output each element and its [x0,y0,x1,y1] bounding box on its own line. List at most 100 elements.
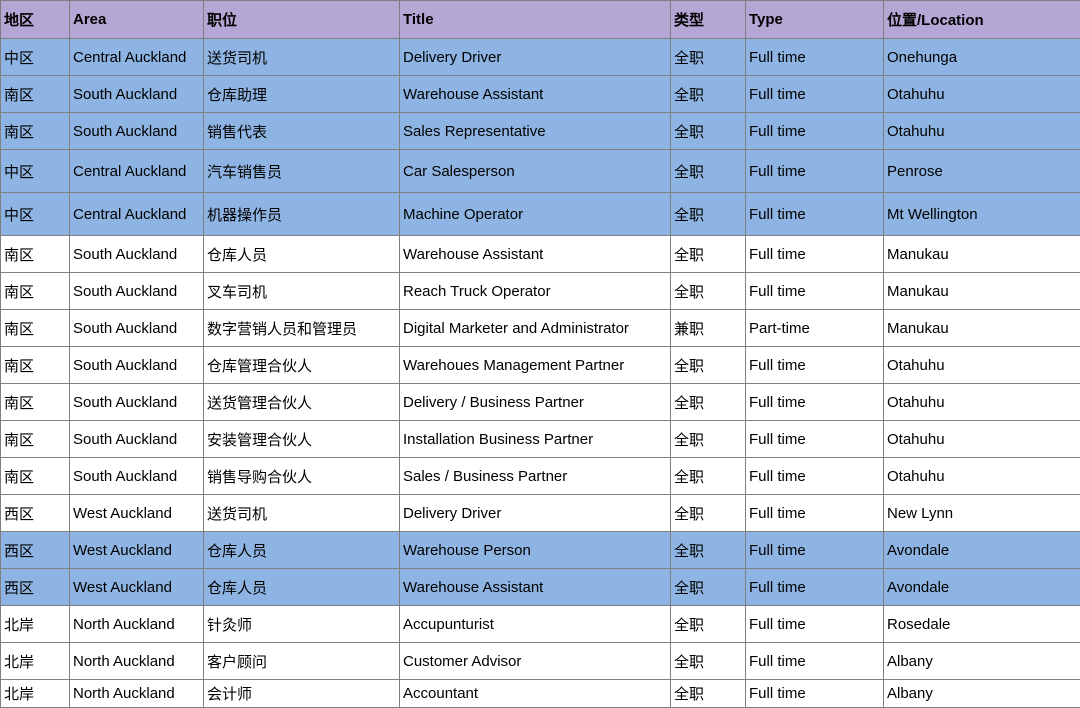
table-row: 南区South Auckland叉车司机Reach Truck Operator… [1,273,1080,310]
cell-location: Manukau [884,236,1080,273]
cell-position-cn: 仓库管理合伙人 [204,347,400,384]
cell-type: Full time [746,150,884,193]
cell-region-cn: 中区 [1,193,70,236]
cell-position-cn: 汽车销售员 [204,150,400,193]
header-location: 位置/Location [884,1,1080,39]
cell-location: Penrose [884,150,1080,193]
cell-type-cn: 全职 [671,273,746,310]
cell-type: Full time [746,193,884,236]
header-area: Area [70,1,204,39]
cell-type: Full time [746,76,884,113]
cell-title: Sales / Business Partner [400,458,671,495]
cell-type-cn: 全职 [671,236,746,273]
cell-region-cn: 南区 [1,421,70,458]
cell-position-cn: 会计师 [204,680,400,708]
cell-position-cn: 仓库人员 [204,532,400,569]
cell-area: Central Auckland [70,150,204,193]
cell-type-cn: 全职 [671,532,746,569]
cell-title: Warehouse Person [400,532,671,569]
table-row: 北岸North Auckland会计师Accountant全职Full time… [1,680,1080,708]
cell-title: Warehoues Management Partner [400,347,671,384]
cell-position-cn: 数字营销人员和管理员 [204,310,400,347]
cell-position-cn: 销售导购合伙人 [204,458,400,495]
cell-area: South Auckland [70,458,204,495]
cell-type-cn: 全职 [671,150,746,193]
cell-position-cn: 客户顾问 [204,643,400,680]
table-row: 南区South Auckland安装管理合伙人Installation Busi… [1,421,1080,458]
cell-region-cn: 中区 [1,150,70,193]
cell-location: Otahuhu [884,113,1080,150]
cell-area: South Auckland [70,76,204,113]
cell-type: Part-time [746,310,884,347]
cell-position-cn: 叉车司机 [204,273,400,310]
cell-location: Otahuhu [884,347,1080,384]
cell-type: Full time [746,384,884,421]
cell-type-cn: 全职 [671,113,746,150]
cell-location: New Lynn [884,495,1080,532]
cell-area: South Auckland [70,113,204,150]
cell-location: Avondale [884,532,1080,569]
cell-region-cn: 北岸 [1,680,70,708]
cell-type: Full time [746,421,884,458]
cell-area: North Auckland [70,643,204,680]
cell-type: Full time [746,236,884,273]
table-row: 北岸North Auckland针灸师Accupunturist全职Full t… [1,606,1080,643]
cell-region-cn: 北岸 [1,606,70,643]
table-row: 南区South Auckland销售导购合伙人Sales / Business … [1,458,1080,495]
cell-area: South Auckland [70,347,204,384]
cell-type-cn: 全职 [671,569,746,606]
cell-type: Full time [746,495,884,532]
cell-region-cn: 南区 [1,113,70,150]
cell-title: Warehouse Assistant [400,76,671,113]
table-row: 南区South Auckland仓库人员Warehouse Assistant全… [1,236,1080,273]
table-row: 南区South Auckland仓库助理Warehouse Assistant全… [1,76,1080,113]
cell-location: Rosedale [884,606,1080,643]
cell-type: Full time [746,458,884,495]
cell-type: Full time [746,569,884,606]
cell-area: Central Auckland [70,39,204,76]
cell-type: Full time [746,347,884,384]
cell-region-cn: 南区 [1,76,70,113]
cell-title: Installation Business Partner [400,421,671,458]
cell-type: Full time [746,643,884,680]
cell-type-cn: 全职 [671,384,746,421]
cell-type: Full time [746,113,884,150]
table-row: 西区West Auckland仓库人员Warehouse Assistant全职… [1,569,1080,606]
cell-type-cn: 兼职 [671,310,746,347]
cell-type-cn: 全职 [671,76,746,113]
table-row: 南区South Auckland销售代表Sales Representative… [1,113,1080,150]
cell-title: Digital Marketer and Administrator [400,310,671,347]
table-row: 南区South Auckland数字营销人员和管理员Digital Market… [1,310,1080,347]
cell-position-cn: 仓库助理 [204,76,400,113]
cell-position-cn: 送货管理合伙人 [204,384,400,421]
cell-position-cn: 送货司机 [204,39,400,76]
cell-area: South Auckland [70,273,204,310]
cell-location: Albany [884,680,1080,708]
table-row: 北岸North Auckland客户顾问Customer Advisor全职Fu… [1,643,1080,680]
jobs-table: 地区 Area 职位 Title 类型 Type 位置/Location 中区C… [0,0,1080,708]
cell-title: Warehouse Assistant [400,236,671,273]
cell-area: Central Auckland [70,193,204,236]
table-row: 西区West Auckland送货司机Delivery Driver全职Full… [1,495,1080,532]
cell-type: Full time [746,606,884,643]
cell-area: South Auckland [70,384,204,421]
cell-location: Manukau [884,310,1080,347]
cell-title: Delivery / Business Partner [400,384,671,421]
cell-type: Full time [746,273,884,310]
cell-area: West Auckland [70,532,204,569]
cell-region-cn: 西区 [1,569,70,606]
cell-position-cn: 仓库人员 [204,569,400,606]
table-row: 西区West Auckland仓库人员Warehouse Person全职Ful… [1,532,1080,569]
cell-area: South Auckland [70,310,204,347]
cell-type: Full time [746,532,884,569]
cell-title: Car Salesperson [400,150,671,193]
cell-region-cn: 南区 [1,236,70,273]
cell-area: West Auckland [70,569,204,606]
header-type: Type [746,1,884,39]
cell-region-cn: 南区 [1,310,70,347]
cell-title: Warehouse Assistant [400,569,671,606]
cell-type-cn: 全职 [671,643,746,680]
table-row: 中区Central Auckland机器操作员Machine Operator全… [1,193,1080,236]
cell-title: Accupunturist [400,606,671,643]
cell-type-cn: 全职 [671,606,746,643]
